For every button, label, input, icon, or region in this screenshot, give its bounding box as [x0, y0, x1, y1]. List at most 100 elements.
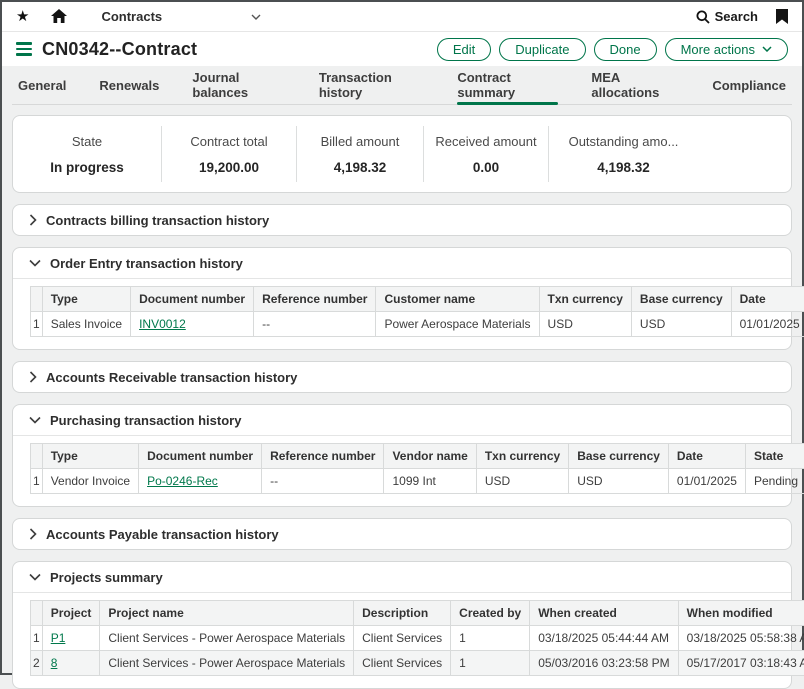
field-label: Received amount	[435, 134, 536, 149]
field-label: Outstanding amo...	[569, 134, 679, 149]
table-cell: Vendor Invoice	[42, 469, 138, 494]
column-header	[31, 601, 43, 626]
home-icon[interactable]	[51, 9, 67, 24]
nav-dropdown-label: Contracts	[101, 9, 162, 24]
table-cell: INV0012	[131, 312, 254, 337]
cell-link[interactable]: 8	[51, 656, 58, 670]
tab-mea-allocations[interactable]: MEA allocations	[591, 66, 679, 104]
table-cell: USD	[476, 469, 568, 494]
projects-table-container: ProjectProject nameDescriptionCreated by…	[13, 592, 791, 688]
table-cell: Client Services - Power Aerospace Materi…	[100, 626, 354, 651]
chevron-down-icon	[251, 14, 261, 20]
field-value: 19,200.00	[199, 160, 259, 175]
table-cell: Client Services	[354, 626, 451, 651]
column-header: Type	[42, 444, 138, 469]
table-cell: 01/01/2025	[731, 312, 804, 337]
nav-dropdown-contracts[interactable]: Contracts	[101, 9, 261, 24]
section-title: Accounts Receivable transaction history	[46, 370, 297, 385]
field-label: State	[72, 134, 102, 149]
search-button[interactable]: Search	[696, 9, 758, 24]
column-header: Document number	[131, 287, 254, 312]
table-cell: --	[262, 469, 384, 494]
page-content: General Renewals Journal balances Transa…	[2, 66, 802, 689]
page-title: CN0342--Contract	[42, 39, 197, 60]
search-icon	[696, 10, 710, 24]
topbar-right-group: Search	[696, 9, 788, 24]
section-toggle-contracts-billing[interactable]: Contracts billing transaction history	[13, 205, 791, 235]
done-button[interactable]: Done	[594, 38, 657, 61]
column-header: Vendor name	[384, 444, 476, 469]
record-list-icon[interactable]	[16, 42, 32, 56]
table-cell: Client Services	[354, 651, 451, 676]
cell-link[interactable]: Po-0246-Rec	[147, 474, 218, 488]
tab-renewals[interactable]: Renewals	[99, 66, 159, 104]
field-label: Billed amount	[321, 134, 400, 149]
duplicate-button[interactable]: Duplicate	[499, 38, 585, 61]
record-actions: Edit Duplicate Done More actions	[437, 38, 788, 61]
section-toggle-accounts-receivable[interactable]: Accounts Receivable transaction history	[13, 362, 791, 392]
more-actions-button[interactable]: More actions	[665, 38, 788, 61]
tab-transaction-history[interactable]: Transaction history	[319, 66, 425, 104]
chevron-down-icon	[29, 573, 41, 581]
column-header: Reference number	[254, 287, 376, 312]
table-cell: Power Aerospace Materials	[376, 312, 539, 337]
row-number-cell: 1	[31, 312, 43, 337]
section-title: Purchasing transaction history	[50, 413, 241, 428]
section-purchasing: Purchasing transaction history TypeDocum…	[12, 404, 792, 507]
cell-link[interactable]: INV0012	[139, 317, 186, 331]
section-toggle-projects-summary[interactable]: Projects summary	[13, 562, 791, 592]
table-cell: 8	[42, 651, 100, 676]
column-header: Project name	[100, 601, 354, 626]
column-header: Txn currency	[539, 287, 631, 312]
chevron-down-icon	[29, 259, 41, 267]
column-header: Project	[42, 601, 100, 626]
column-header: Date	[668, 444, 745, 469]
section-toggle-order-entry[interactable]: Order Entry transaction history	[13, 248, 791, 278]
tab-general[interactable]: General	[18, 66, 66, 104]
summary-totals-card: State In progress Contract total 19,200.…	[12, 115, 792, 193]
column-header: When modified	[678, 601, 804, 626]
table-cell: 1	[451, 626, 530, 651]
tab-journal-balances[interactable]: Journal balances	[192, 66, 285, 104]
edit-button[interactable]: Edit	[437, 38, 491, 61]
section-toggle-accounts-payable[interactable]: Accounts Payable transaction history	[13, 519, 791, 549]
table-cell: USD	[539, 312, 631, 337]
table-cell: Sales Invoice	[42, 312, 130, 337]
column-header: Description	[354, 601, 451, 626]
column-header: Document number	[139, 444, 262, 469]
record-header: CN0342--Contract Edit Duplicate Done Mor…	[2, 32, 802, 66]
column-header	[31, 287, 43, 312]
table-header-row: TypeDocument numberReference numberVendo…	[31, 444, 804, 469]
table-cell: USD	[569, 469, 669, 494]
field-label: Contract total	[190, 134, 267, 149]
more-actions-label: More actions	[681, 42, 755, 57]
top-navigation-bar: ★ Contracts Search	[2, 2, 802, 32]
table-row: 1Vendor InvoicePo-0246-Rec--1099 IntUSDU…	[31, 469, 804, 494]
data-table: TypeDocument numberReference numberVendo…	[30, 443, 804, 494]
table-cell: P1	[42, 626, 100, 651]
tab-bar: General Renewals Journal balances Transa…	[12, 66, 792, 105]
column-header: Date	[731, 287, 804, 312]
field-value: 4,198.32	[334, 160, 387, 175]
favorites-star-icon[interactable]: ★	[16, 9, 29, 24]
column-header: Base currency	[569, 444, 669, 469]
column-header	[31, 444, 43, 469]
section-title: Contracts billing transaction history	[46, 213, 269, 228]
tab-contract-summary[interactable]: Contract summary	[457, 66, 558, 104]
section-accounts-receivable: Accounts Receivable transaction history	[12, 361, 792, 393]
tab-compliance[interactable]: Compliance	[712, 66, 786, 104]
cell-link[interactable]: P1	[51, 631, 66, 645]
chevron-right-icon	[29, 214, 37, 226]
bookmark-icon[interactable]	[776, 9, 788, 24]
column-header: Created by	[451, 601, 530, 626]
table-row: 1 P1 Client Services - Power Aerospace Mat…	[31, 626, 804, 651]
column-header: Txn currency	[476, 444, 568, 469]
section-title: Projects summary	[50, 570, 163, 585]
field-value: 0.00	[473, 160, 499, 175]
summary-field-received-amount: Received amount 0.00	[423, 126, 548, 182]
table-row: 28Client Services - Power Aerospace Mate…	[31, 651, 804, 676]
data-table: ProjectProject nameDescriptionCreated by…	[30, 600, 804, 676]
table-cell: Client Services - Power Aerospace Materi…	[100, 651, 354, 676]
table-cell: Pending	[745, 469, 804, 494]
section-toggle-purchasing[interactable]: Purchasing transaction history	[13, 405, 791, 435]
